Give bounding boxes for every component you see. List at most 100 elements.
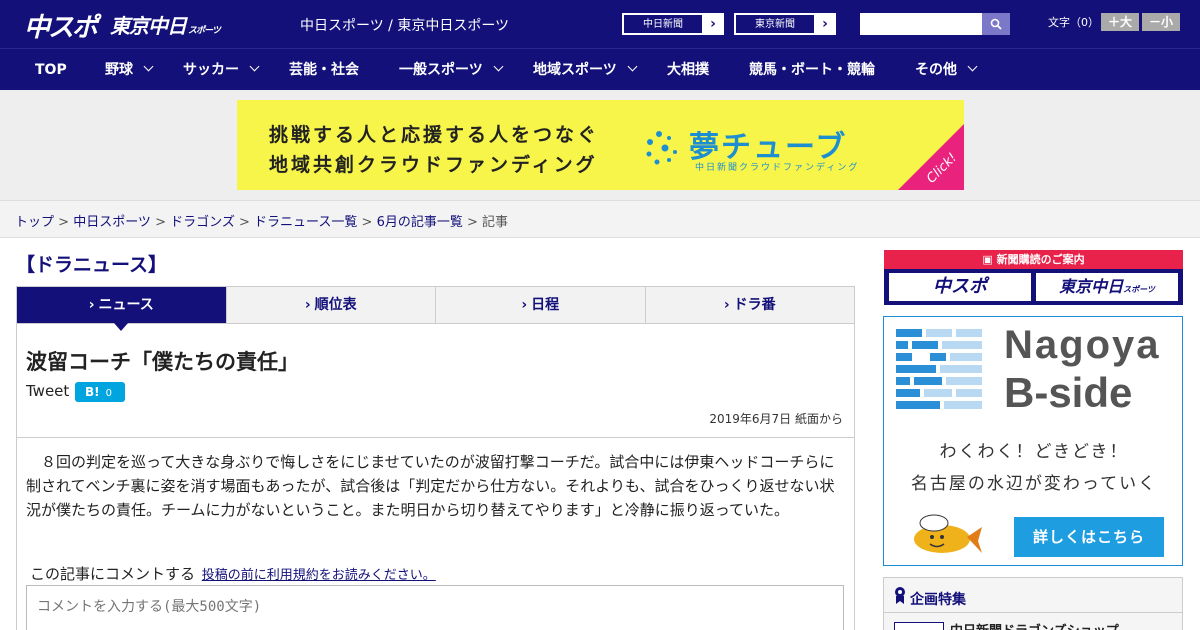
chuspo-logo[interactable]: 中スポ xyxy=(24,7,98,44)
bside-details-button[interactable]: 詳しくはこちら xyxy=(1014,517,1164,557)
section-tabs: › ニュース › 順位表 › 日程 › ドラ番 xyxy=(16,286,855,331)
nav-item-label: TOP xyxy=(35,62,67,78)
site-header: 中スポ 東京中日 スポーツ 中日スポーツ / 東京中日スポーツ 中日新聞 › 東京… xyxy=(0,0,1200,48)
nav-item-entertainment[interactable]: 芸能・社会 xyxy=(289,49,359,91)
search-button[interactable] xyxy=(982,13,1010,35)
subscribe-tokyo-chunichi-text: 東京中日 xyxy=(1059,277,1124,296)
chunichi-shimbun-link[interactable]: 中日新聞 › xyxy=(622,13,724,35)
nav-item-baseball[interactable]: 野球 xyxy=(105,49,154,91)
feature-item-link[interactable]: 中日新聞ドラゴンズショップ xyxy=(950,620,1119,630)
comment-section-label: この記事にコメントする 投稿の前に利用規約をお読みください。 xyxy=(30,563,436,584)
bside-line1: わくわく！どきどき！ xyxy=(939,442,1129,462)
search-input[interactable] xyxy=(860,13,982,35)
tweet-button[interactable]: Tweet xyxy=(26,382,69,400)
nav-item-label: 一般スポーツ xyxy=(399,62,483,78)
nav-item-local-sports[interactable]: 地域スポーツ xyxy=(533,49,638,91)
tab-label: ドラ番 xyxy=(733,297,776,313)
font-size-label: 文字（0） xyxy=(1048,16,1099,29)
nav-item-label: 芸能・社会 xyxy=(289,62,359,78)
terms-link[interactable]: 投稿の前に利用規約をお読みください。 xyxy=(202,568,436,583)
hatena-bookmark-button[interactable]: B! 0 xyxy=(75,382,125,402)
nav-item-label: 大相撲 xyxy=(667,62,709,78)
subscribe-header: ▣ 新聞購読のご案内 xyxy=(884,250,1183,269)
bricks-logo-icon xyxy=(896,329,982,409)
hatena-count: 0 xyxy=(105,388,112,399)
tokyo-chunichi-logo-small: スポーツ xyxy=(188,26,221,36)
chevron-right-icon: › xyxy=(723,297,730,313)
breadcrumb: トップ > 中日スポーツ > ドラゴンズ > ドラニュース一覧 > 6月の記事一… xyxy=(15,215,509,230)
subscribe-tokyo-chunichi-small: スポーツ xyxy=(1123,285,1155,294)
breadcrumb-link[interactable]: トップ xyxy=(15,215,54,230)
nav-item-label: 野球 xyxy=(105,62,133,78)
divider xyxy=(16,437,855,438)
nav-item-label: 地域スポーツ xyxy=(533,62,617,78)
yume-tube-banner[interactable]: 挑戦する人と応援する人をつなぐ 地域共創クラウドファンディング 夢チューブ 中日… xyxy=(237,100,964,190)
chevron-right-icon: › xyxy=(304,297,311,313)
tab-label: 順位表 xyxy=(314,297,357,313)
font-decrease-button[interactable]: －小 xyxy=(1142,13,1180,31)
chevron-down-icon xyxy=(967,61,978,72)
nav-item-soccer[interactable]: サッカー xyxy=(183,49,260,91)
bside-line2: 名古屋の水辺が変わっていく xyxy=(910,474,1158,494)
chevron-down-icon xyxy=(627,61,638,72)
comment-label-text: この記事にコメントする xyxy=(30,565,196,583)
chevron-right-icon: › xyxy=(710,16,716,32)
article-body: ８回の判定を巡って大きな身ぶりで悔しさをにじませていたのが波留打撃コーチだ。試合… xyxy=(26,453,835,519)
ribbon-icon xyxy=(895,587,905,604)
nav-item-racing[interactable]: 競馬・ボート・競輪 xyxy=(749,49,875,91)
article-date: 2019年6月7日 紙面から xyxy=(709,412,843,426)
chevron-down-icon xyxy=(493,61,504,72)
bside-title2: B-side xyxy=(1004,369,1133,416)
section-heading: 【ドラニュース】 xyxy=(16,254,168,276)
divider xyxy=(884,612,1182,613)
chevron-right-icon: › xyxy=(521,297,528,313)
nav-item-label: サッカー xyxy=(183,62,239,78)
nagoya-bside-ad[interactable]: Nagoya B-side わくわく！どきどき！ 名古屋の水辺が変わっていく 詳… xyxy=(883,316,1183,566)
breadcrumb-current: 記事 xyxy=(482,215,509,230)
chevron-right-icon: › xyxy=(822,16,828,32)
nav-item-label: その他 xyxy=(915,62,957,78)
nav-item-sumo[interactable]: 大相撲 xyxy=(667,49,709,91)
chevron-down-icon xyxy=(249,61,260,72)
nav-item-other[interactable]: その他 xyxy=(915,49,978,91)
tab-dora-ban[interactable]: › ドラ番 xyxy=(646,287,855,323)
font-increase-button[interactable]: ＋大 xyxy=(1101,13,1139,31)
banner-line1: 挑戦する人と応援する人をつなぐ xyxy=(269,124,600,146)
tokyo-shimbun-label: 東京新聞 xyxy=(735,14,815,34)
dots-logo-icon xyxy=(646,131,677,165)
feature-thumbnail[interactable] xyxy=(894,622,944,630)
breadcrumb-link[interactable]: 中日スポーツ xyxy=(73,215,151,230)
tokyo-chunichi-logo-text: 東京中日 xyxy=(110,14,187,38)
feature-heading: 企画特集 xyxy=(910,592,966,608)
nav-item-general-sports[interactable]: 一般スポーツ xyxy=(399,49,504,91)
bside-title1: Nagoya xyxy=(1004,323,1161,367)
article-headline: 波留コーチ「僕たちの責任」 xyxy=(26,350,299,374)
newspaper-icon: ▣ xyxy=(982,253,997,266)
breadcrumb-link[interactable]: ドラゴンズ xyxy=(170,215,235,230)
nav-item-top[interactable]: TOP xyxy=(35,49,67,91)
search-icon xyxy=(990,18,1002,30)
chunichi-shimbun-label: 中日新聞 xyxy=(623,14,703,34)
tokyo-chunichi-logo[interactable]: 東京中日 スポーツ xyxy=(110,10,221,39)
tab-label: ニュース xyxy=(98,297,154,313)
subscribe-tokyo-chunichi[interactable]: 東京中日スポーツ xyxy=(1036,273,1178,301)
tokyo-shimbun-link[interactable]: 東京新聞 › xyxy=(734,13,836,35)
fried-shrimp-mascot-icon xyxy=(914,514,982,553)
main-nav: TOP 野球 サッカー 芸能・社会 一般スポーツ 地域スポーツ 大相撲 競馬・ボ… xyxy=(0,48,1200,90)
hatena-label: B! xyxy=(85,385,100,399)
banner-brand-sub: 中日新聞クラウドファンディング xyxy=(695,163,860,173)
subscribe-chuspo[interactable]: 中スポ xyxy=(889,273,1031,301)
tab-standings[interactable]: › 順位表 xyxy=(227,287,436,323)
tab-schedule[interactable]: › 日程 xyxy=(436,287,646,323)
tab-news[interactable]: › ニュース xyxy=(17,287,227,331)
chevron-right-icon: › xyxy=(88,297,95,313)
comment-input[interactable] xyxy=(26,585,844,630)
nav-item-label: 競馬・ボート・競輪 xyxy=(749,62,875,78)
feature-panel: 企画特集 中日新聞ドラゴンズショップ xyxy=(883,577,1183,630)
breadcrumb-link[interactable]: ドラニュース一覧 xyxy=(254,215,357,230)
subscribe-header-text: 新聞購読のご案内 xyxy=(996,253,1085,266)
site-title: 中日スポーツ / 東京中日スポーツ xyxy=(300,18,510,34)
tab-label: 日程 xyxy=(531,297,560,313)
chevron-down-icon xyxy=(143,61,154,72)
breadcrumb-link[interactable]: 6月の記事一覧 xyxy=(377,215,463,230)
